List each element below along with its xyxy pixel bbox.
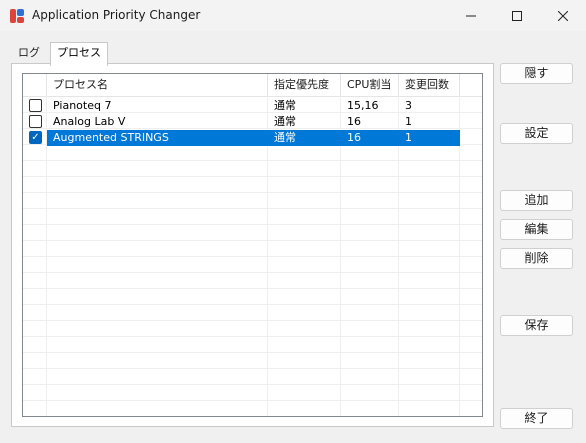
tab-process[interactable]: プロセス (50, 42, 108, 66)
table-row-selected[interactable]: ✓ Augmented STRINGS 通常 16 1 (23, 130, 482, 146)
minimize-icon (466, 15, 476, 16)
priority-value: 通常 (274, 115, 296, 128)
process-name: Analog Lab V (53, 115, 126, 128)
grid-row-line (23, 336, 482, 337)
app-icon (10, 9, 24, 23)
change-count-value: 1 (399, 130, 460, 146)
save-button[interactable]: 保存 (500, 315, 573, 336)
row-checkbox-checked[interactable]: ✓ (29, 131, 42, 144)
grid-row-line (23, 256, 482, 257)
row-checkbox[interactable] (29, 115, 42, 128)
priority-value: 通常 (274, 99, 296, 112)
grid-row-line (23, 320, 482, 321)
settings-button[interactable]: 設定 (500, 123, 573, 144)
grid-row-line (23, 272, 482, 273)
change-count-value: 1 (405, 115, 412, 128)
edit-button[interactable]: 編集 (500, 219, 573, 240)
grid-row-line (23, 384, 482, 385)
hide-button[interactable]: 隠す (500, 63, 573, 84)
grid-row-line (23, 160, 482, 161)
grid-row-line (23, 288, 482, 289)
grid-row-line (23, 304, 482, 305)
grid-row-line (23, 400, 482, 401)
tab-log[interactable]: ログ (10, 44, 48, 64)
grid-row-line (23, 224, 482, 225)
close-button[interactable] (540, 0, 586, 31)
maximize-icon (512, 10, 522, 21)
header-check-column[interactable] (23, 74, 47, 96)
header-priority[interactable]: 指定優先度 (268, 74, 341, 96)
process-name: Augmented STRINGS (47, 130, 268, 146)
grid-row-line (23, 240, 482, 241)
row-checkbox[interactable] (29, 99, 42, 112)
cpu-value: 16 (347, 115, 361, 128)
close-icon (558, 10, 568, 21)
table-row[interactable]: Pianoteq 7 通常 15,16 3 (23, 98, 482, 114)
process-list[interactable]: プロセス名 指定優先度 CPU割当 変更回数 Pianoteq 7 通常 15,… (22, 73, 483, 417)
header-change-count[interactable]: 変更回数 (399, 74, 460, 96)
grid-row-line (23, 352, 482, 353)
header-cpu[interactable]: CPU割当 (341, 74, 399, 96)
grid-row-line (23, 368, 482, 369)
grid-row-line (23, 192, 482, 193)
process-name: Pianoteq 7 (53, 99, 112, 112)
header-process-name[interactable]: プロセス名 (47, 74, 268, 96)
add-button[interactable]: 追加 (500, 190, 573, 211)
list-header: プロセス名 指定優先度 CPU割当 変更回数 (23, 74, 482, 97)
grid-row-line (23, 208, 482, 209)
maximize-button[interactable] (494, 0, 540, 31)
title-bar: Application Priority Changer (0, 0, 586, 31)
minimize-button[interactable] (448, 0, 494, 31)
cpu-value: 15,16 (347, 99, 379, 112)
cpu-value: 16 (341, 130, 399, 146)
table-row[interactable]: Analog Lab V 通常 16 1 (23, 114, 482, 130)
change-count-value: 3 (405, 99, 412, 112)
grid-row-line (23, 176, 482, 177)
delete-button[interactable]: 削除 (500, 248, 573, 269)
exit-button[interactable]: 終了 (500, 408, 573, 429)
priority-value: 通常 (268, 130, 341, 146)
checkmark-icon: ✓ (31, 132, 40, 143)
window-title: Application Priority Changer (32, 8, 201, 22)
